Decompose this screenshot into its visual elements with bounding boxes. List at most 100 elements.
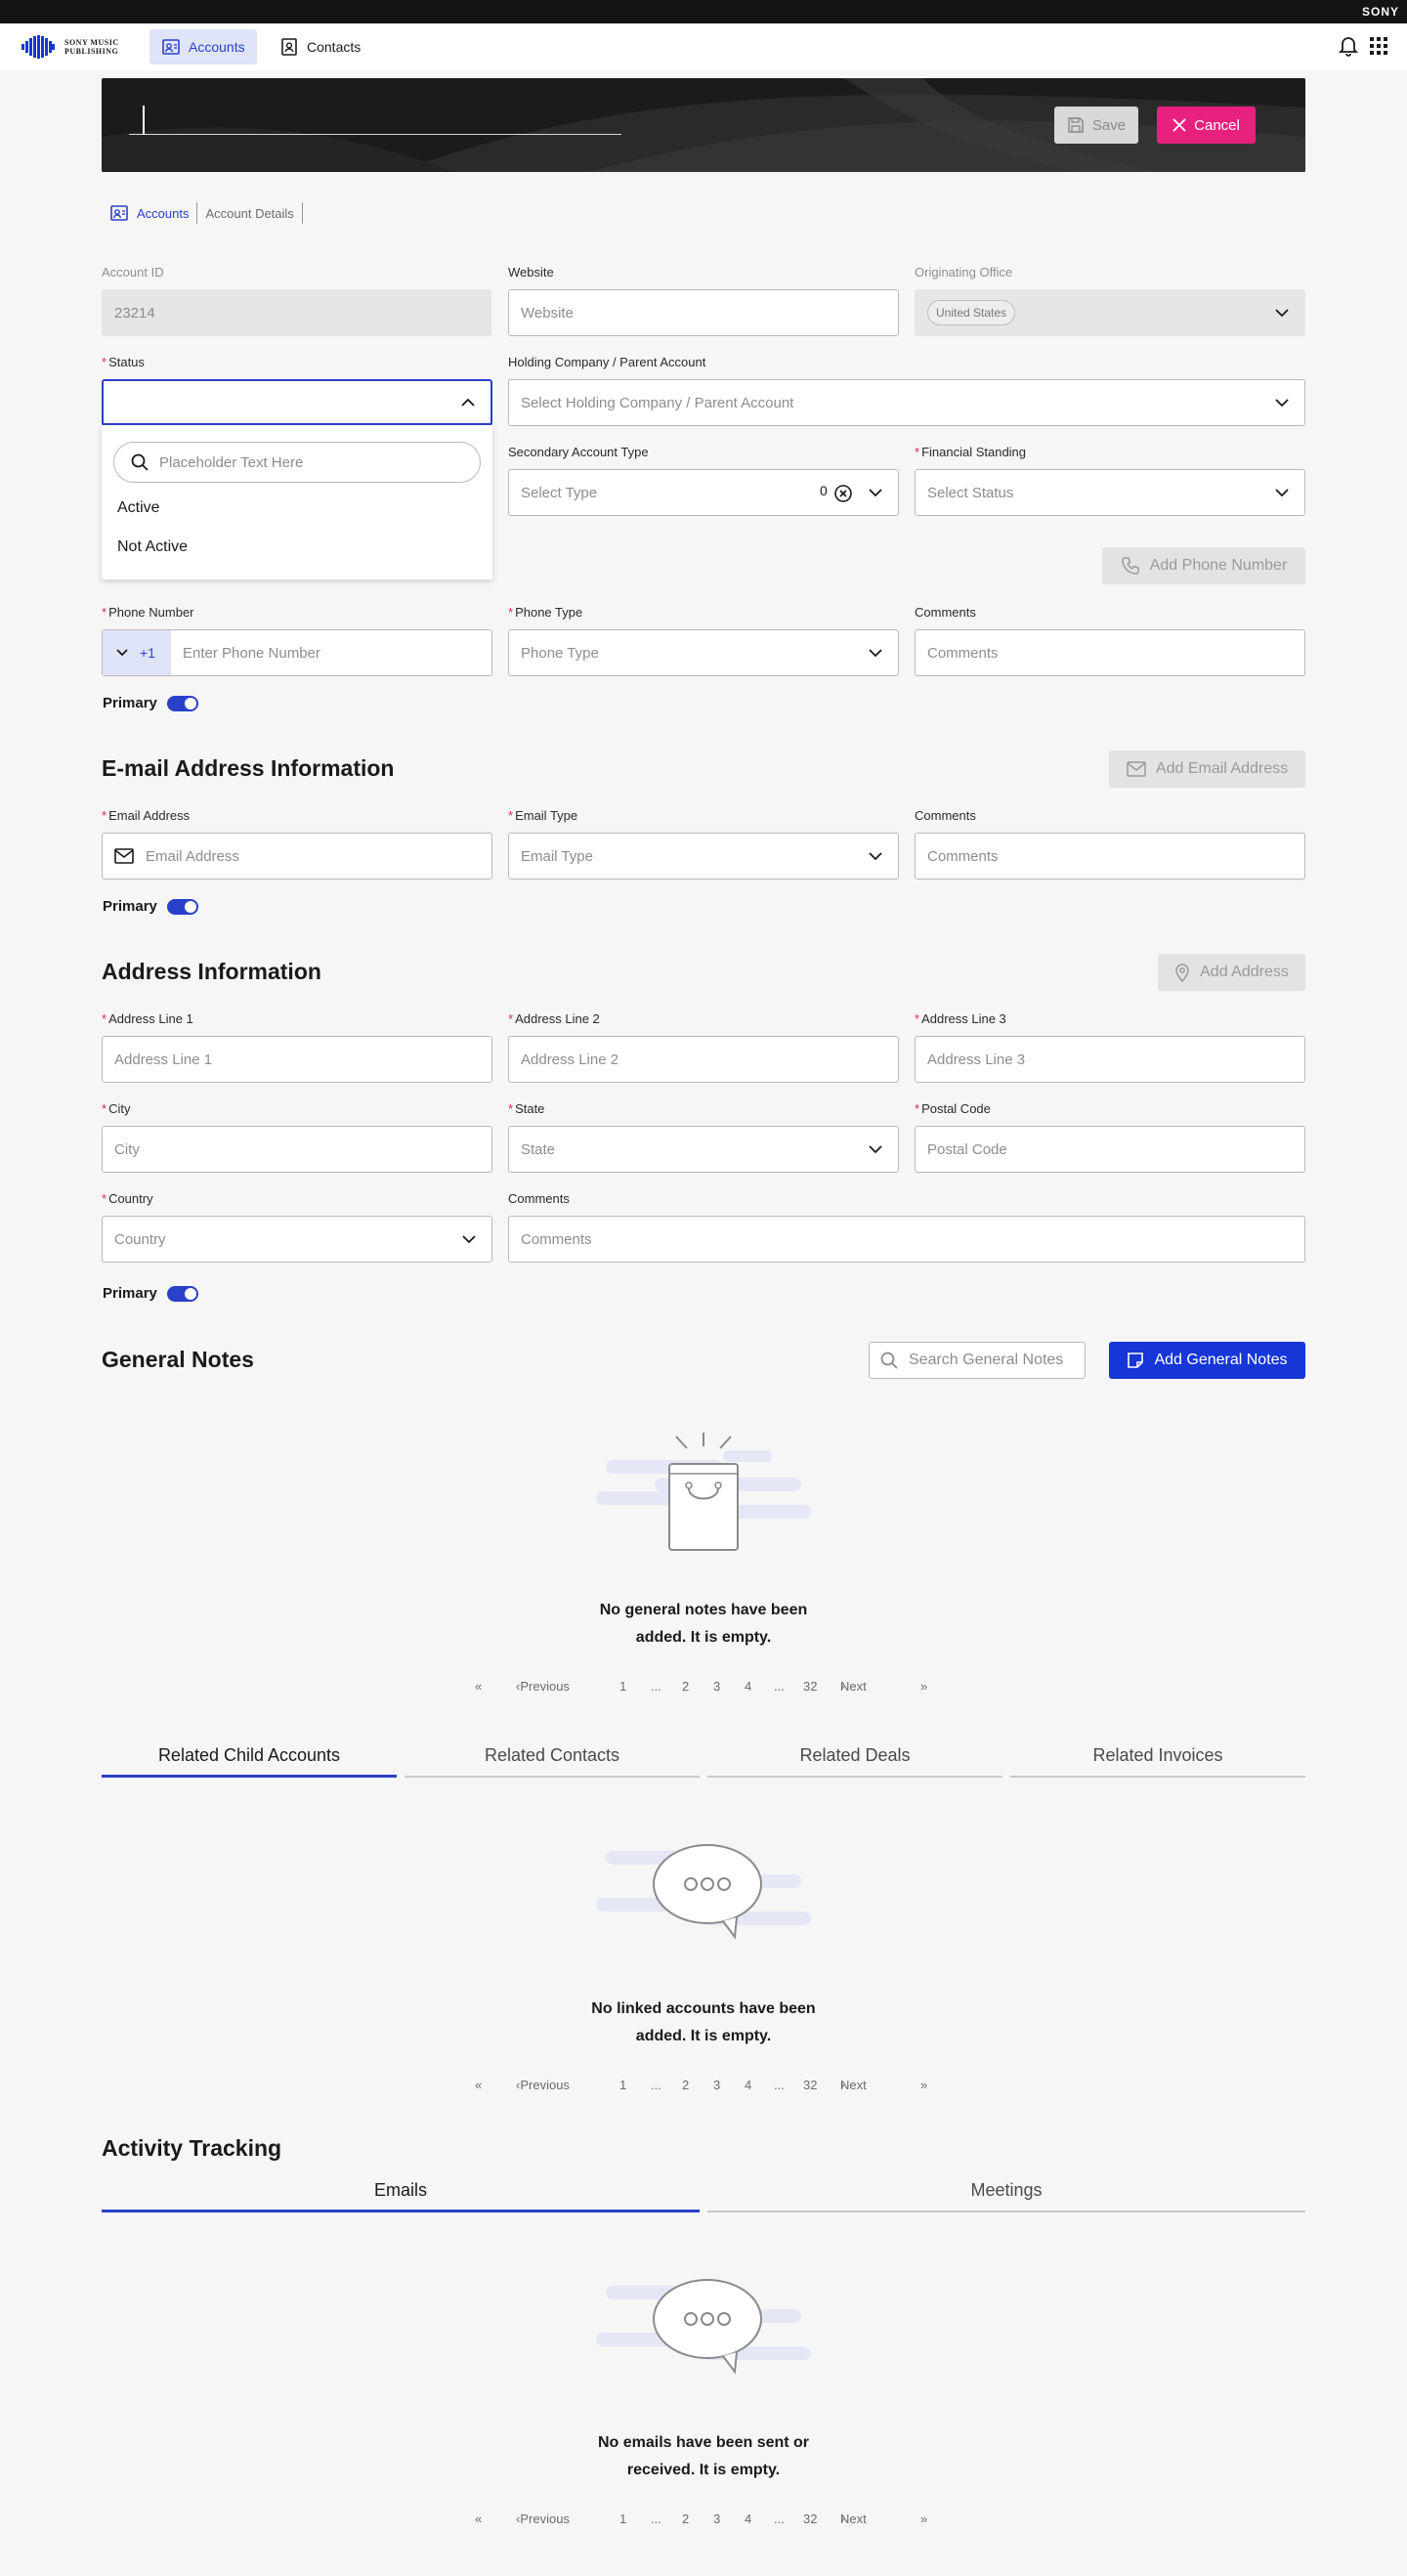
next-page-button[interactable]: Next › <box>840 2512 867 2526</box>
nav-tab-contacts[interactable]: Contacts <box>268 29 372 64</box>
previous-label: Previous <box>520 1679 570 1694</box>
address-line1-input[interactable]: Address Line 1 <box>102 1036 492 1083</box>
breadcrumb-accounts[interactable]: Accounts <box>102 202 198 224</box>
previous-page-button[interactable]: ‹ Previous <box>516 1679 570 1694</box>
state-select[interactable]: State <box>508 1126 899 1173</box>
status-search-input[interactable]: Placeholder Text Here <box>113 442 481 483</box>
first-page-icon[interactable]: « <box>475 2512 482 2526</box>
tab-meetings[interactable]: Meetings <box>707 2173 1305 2212</box>
cancel-button[interactable]: Cancel <box>1157 107 1256 144</box>
state-label: * State <box>508 1101 545 1116</box>
search-icon <box>880 1352 898 1369</box>
brand-logo[interactable]: SONY MUSIC PUBLISHING <box>21 35 119 59</box>
page-4[interactable]: 4 <box>745 2512 751 2526</box>
page-32[interactable]: 32 <box>803 1679 817 1694</box>
address-line3-input[interactable]: Address Line 3 <box>915 1036 1305 1083</box>
nav-tab-accounts[interactable]: Accounts <box>149 29 257 64</box>
page-4[interactable]: 4 <box>745 2078 751 2092</box>
next-page-button[interactable]: Next › <box>840 1679 867 1694</box>
country-code-select[interactable]: +1 <box>103 630 171 675</box>
page-1[interactable]: 1 <box>619 2512 626 2526</box>
status-select[interactable] <box>102 379 492 426</box>
add-phone-number-button[interactable]: Add Phone Number <box>1102 547 1305 584</box>
email-type-label: * Email Type <box>508 808 578 823</box>
email-comments-input[interactable]: Comments <box>915 833 1305 880</box>
city-input[interactable]: City <box>102 1126 492 1173</box>
page-32[interactable]: 32 <box>803 2078 817 2092</box>
page-1[interactable]: 1 <box>619 1679 626 1694</box>
holding-company-select[interactable]: Select Holding Company / Parent Account <box>508 379 1305 426</box>
phone-primary-toggle[interactable] <box>166 695 198 711</box>
email-address-input[interactable]: Email Address <box>102 833 492 880</box>
website-input[interactable]: Website <box>508 289 899 336</box>
next-page-button[interactable]: Next › <box>840 2078 867 2092</box>
page-1[interactable]: 1 <box>619 2078 626 2092</box>
account-name-input[interactable] <box>129 102 621 135</box>
address-line1-label-text: Address Line 1 <box>108 1011 193 1026</box>
previous-page-button[interactable]: ‹ Previous <box>516 2078 570 2092</box>
email-primary-toggle[interactable] <box>166 898 198 915</box>
last-page-icon[interactable]: » <box>920 2512 927 2526</box>
country-select[interactable]: Country <box>102 1216 492 1263</box>
status-option-not-active[interactable]: Not Active <box>117 538 188 556</box>
add-general-notes-button[interactable]: Add General Notes <box>1109 1342 1305 1379</box>
phone-type-label-text: Phone Type <box>515 605 583 620</box>
tab-related-contacts[interactable]: Related Contacts <box>405 1739 700 1778</box>
first-page-icon[interactable]: « <box>475 2078 482 2092</box>
clear-selection-icon[interactable] <box>833 484 853 503</box>
activity-section-title: Activity Tracking <box>102 2135 282 2161</box>
add-address-button[interactable]: Add Address <box>1158 954 1305 991</box>
phone-primary-label: Primary <box>103 695 157 711</box>
phone-comments-input[interactable]: Comments <box>915 629 1305 676</box>
address-line2-input[interactable]: Address Line 2 <box>508 1036 899 1083</box>
phone-primary-row: Primary <box>103 695 198 711</box>
page-ellipsis: ... <box>651 2078 661 2092</box>
secondary-type-select[interactable]: Select Type 0 <box>508 469 899 516</box>
address-comments-label: Comments <box>508 1191 570 1206</box>
last-page-icon[interactable]: » <box>920 1679 927 1694</box>
notes-search-input[interactable]: Search General Notes <box>869 1342 1086 1379</box>
tab-related-invoices[interactable]: Related Invoices <box>1010 1739 1305 1778</box>
address-line2-label-text: Address Line 2 <box>515 1011 600 1026</box>
email-comments-label: Comments <box>915 808 976 823</box>
app-grid-icon[interactable] <box>1370 37 1387 55</box>
postal-code-input[interactable]: Postal Code <box>915 1126 1305 1173</box>
add-email-address-button[interactable]: Add Email Address <box>1109 751 1305 788</box>
page-3[interactable]: 3 <box>713 2512 720 2526</box>
originating-office-select: United States <box>915 289 1305 336</box>
holding-company-placeholder: Select Holding Company / Parent Account <box>521 394 794 411</box>
page-32[interactable]: 32 <box>803 2512 817 2526</box>
tab-emails[interactable]: Emails <box>102 2173 700 2212</box>
status-option-active[interactable]: Active <box>117 499 160 517</box>
email-type-select[interactable]: Email Type <box>508 833 899 880</box>
address-comments-placeholder: Comments <box>521 1230 592 1248</box>
page-3[interactable]: 3 <box>713 2078 720 2092</box>
address-primary-toggle[interactable] <box>166 1285 198 1302</box>
bell-icon[interactable] <box>1339 35 1358 57</box>
breadcrumb-account-details[interactable]: Account Details <box>197 202 303 224</box>
related-empty-line-1: No linked accounts have been <box>591 2000 816 2017</box>
address-comments-input[interactable]: Comments <box>508 1216 1305 1263</box>
save-button[interactable]: Save <box>1054 107 1138 144</box>
financial-standing-select[interactable]: Select Status <box>915 469 1305 516</box>
phone-number-input[interactable]: +1 Enter Phone Number <box>102 629 492 676</box>
last-page-icon[interactable]: » <box>920 2078 927 2092</box>
page-4[interactable]: 4 <box>745 1679 751 1694</box>
accounts-icon <box>110 205 128 221</box>
country-label: * Country <box>102 1191 153 1206</box>
first-page-icon[interactable]: « <box>475 1679 482 1694</box>
status-search-placeholder: Placeholder Text Here <box>159 453 304 471</box>
phone-type-select[interactable]: Phone Type <box>508 629 899 676</box>
city-label-text: City <box>108 1101 131 1116</box>
page-3[interactable]: 3 <box>713 1679 720 1694</box>
tab-related-deals[interactable]: Related Deals <box>707 1739 1002 1778</box>
previous-page-button[interactable]: ‹ Previous <box>516 2512 570 2526</box>
page-2[interactable]: 2 <box>682 2078 689 2092</box>
page-2[interactable]: 2 <box>682 1679 689 1694</box>
secondary-type-label: Secondary Account Type <box>508 445 649 459</box>
tab-related-child-accounts[interactable]: Related Child Accounts <box>102 1739 397 1778</box>
contacts-icon <box>281 38 297 56</box>
country-code-value: +1 <box>140 645 155 661</box>
email-address-label: * Email Address <box>102 808 191 823</box>
page-2[interactable]: 2 <box>682 2512 689 2526</box>
